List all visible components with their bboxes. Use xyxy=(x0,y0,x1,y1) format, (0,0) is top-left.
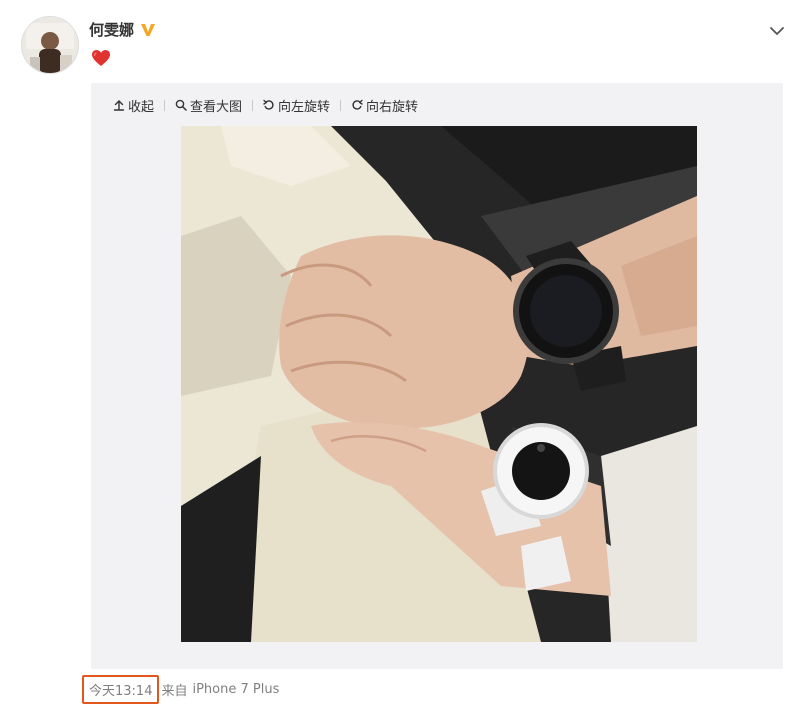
username[interactable]: 何雯娜 xyxy=(89,19,134,40)
vip-v-icon xyxy=(141,23,156,36)
post-photo[interactable] xyxy=(181,126,697,642)
rotate-left-button[interactable]: 向左旋转 xyxy=(263,96,330,115)
author-row: 何雯娜 xyxy=(89,19,156,40)
collapse-icon xyxy=(113,100,125,111)
collapse-label: 收起 xyxy=(128,99,155,115)
chevron-down-icon[interactable] xyxy=(768,24,786,38)
view-large-button[interactable]: 查看大图 xyxy=(175,96,242,115)
toolbar-divider xyxy=(164,99,166,111)
rotate-left-label: 向左旋转 xyxy=(278,99,331,115)
image-toolbar: 收起 查看大图 向左旋转 向右旋转 xyxy=(113,95,418,115)
media-panel: 收起 查看大图 向左旋转 向右旋转 xyxy=(91,83,783,669)
view-large-label: 查看大图 xyxy=(190,99,243,115)
post-meta: 今天13:14 来自 iPhone 7 Plus xyxy=(82,674,279,704)
source-device[interactable]: iPhone 7 Plus xyxy=(192,682,279,697)
toolbar-divider xyxy=(340,99,342,111)
post-time[interactable]: 今天13:14 xyxy=(82,674,160,704)
avatar[interactable] xyxy=(21,16,79,74)
red-heart-icon xyxy=(92,50,110,66)
toolbar-divider xyxy=(252,99,254,111)
source-prefix: 来自 xyxy=(161,683,188,699)
collapse-button[interactable]: 收起 xyxy=(113,96,154,115)
search-icon xyxy=(175,99,187,111)
rotate-right-icon xyxy=(352,99,363,110)
rotate-right-label: 向右旋转 xyxy=(366,99,419,115)
rotate-right-button[interactable]: 向右旋转 xyxy=(351,96,418,115)
rotate-left-icon xyxy=(263,99,274,110)
